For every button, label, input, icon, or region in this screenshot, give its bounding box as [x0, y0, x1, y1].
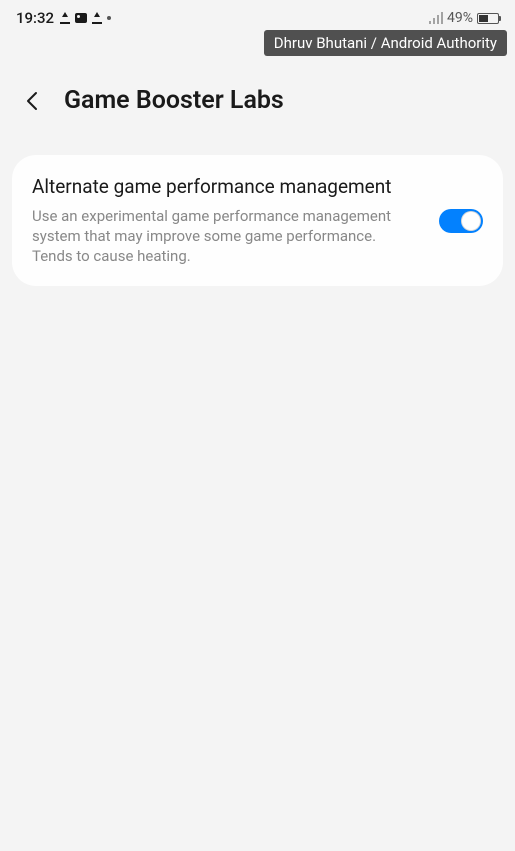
upload-icon — [60, 12, 70, 24]
back-button[interactable] — [20, 89, 44, 113]
more-dot-icon — [107, 16, 111, 20]
battery-percent: 49% — [447, 10, 473, 26]
setting-item[interactable]: Alternate game performance management Us… — [12, 155, 503, 286]
battery-icon — [477, 13, 499, 24]
watermark: Dhruv Bhutani / Android Authority — [264, 30, 507, 56]
signal-icon — [429, 12, 443, 24]
status-left: 19:32 — [16, 9, 111, 27]
status-time: 19:32 — [16, 9, 54, 27]
setting-text: Alternate game performance management Us… — [32, 175, 419, 266]
image-icon — [75, 13, 87, 23]
upload-icon — [92, 12, 102, 24]
page-title: Game Booster Labs — [64, 86, 284, 115]
setting-description: Use an experimental game performance man… — [32, 206, 419, 267]
status-notification-icons — [60, 12, 111, 24]
status-right: 49% — [429, 10, 499, 26]
toggle-knob — [461, 211, 481, 231]
chevron-left-icon — [26, 91, 38, 111]
setting-toggle[interactable] — [439, 209, 483, 233]
setting-title: Alternate game performance management — [32, 175, 419, 200]
